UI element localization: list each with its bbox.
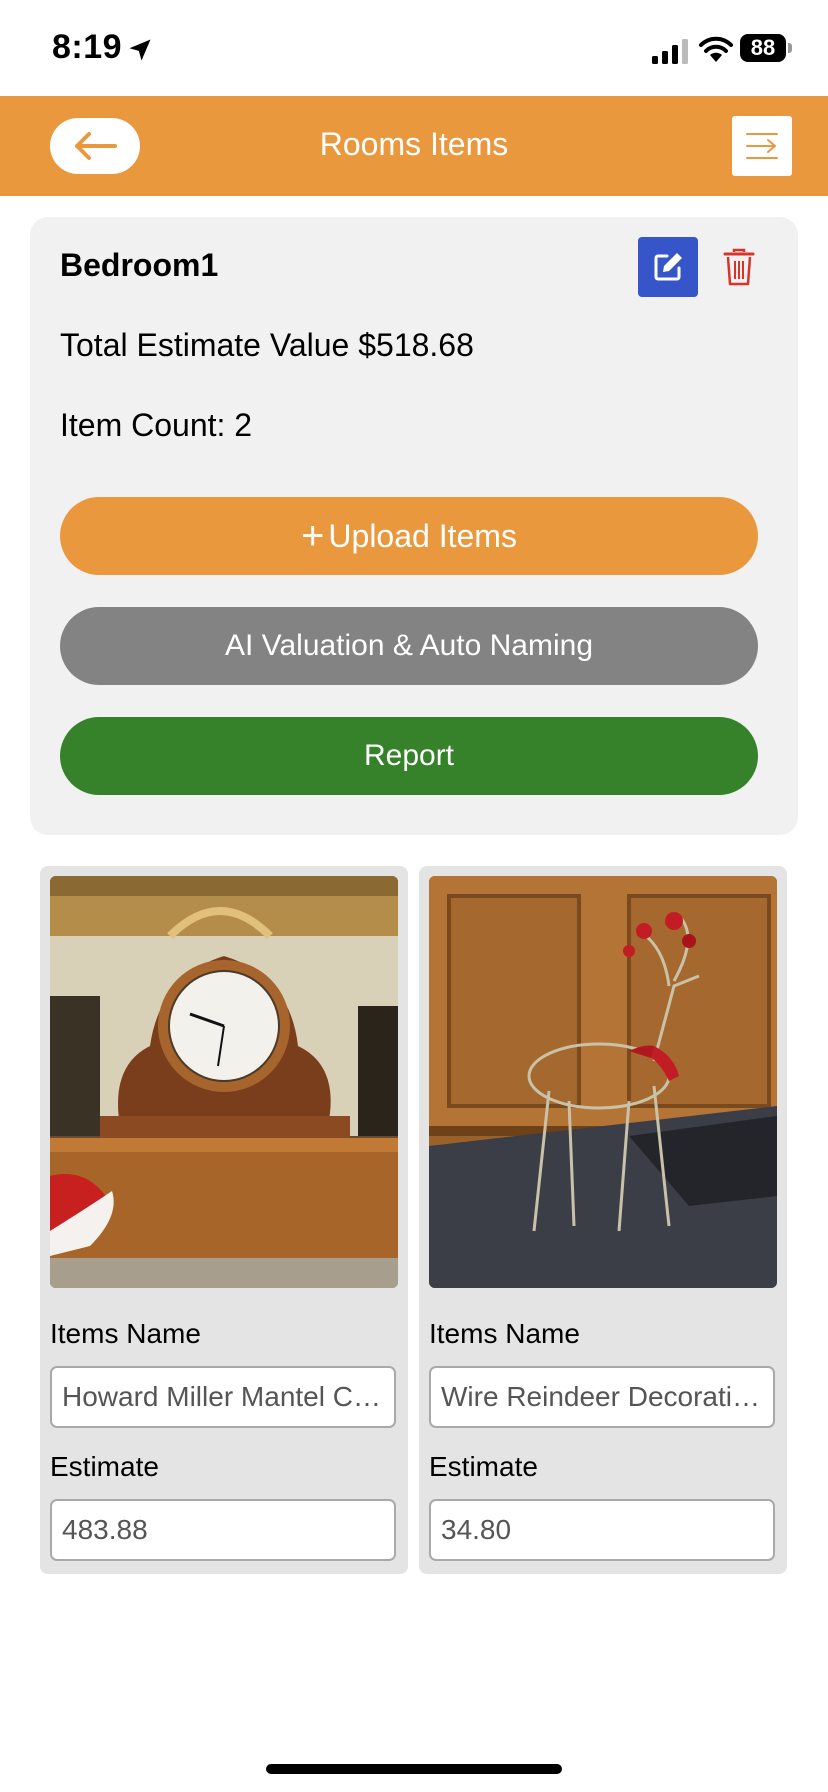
status-time: 8:19 bbox=[52, 28, 123, 66]
battery-tip bbox=[788, 43, 792, 53]
app-header: Rooms Items bbox=[0, 96, 828, 196]
battery-level: 88 bbox=[740, 34, 786, 62]
battery-indicator: 88 bbox=[740, 34, 792, 64]
upload-items-button[interactable]: + Upload Items bbox=[60, 497, 758, 575]
item-name-label: Items Name bbox=[429, 1318, 580, 1349]
menu-button[interactable] bbox=[732, 116, 792, 176]
edit-icon bbox=[654, 253, 682, 281]
estimate-input[interactable]: 34.80 bbox=[429, 1499, 775, 1561]
estimate-label: Estimate bbox=[50, 1451, 159, 1482]
room-summary-card: Bedroom1 Total Estimate Value $518.68 It… bbox=[30, 217, 798, 835]
room-name: Bedroom1 bbox=[60, 247, 219, 283]
item-name-input[interactable]: Wire Reindeer Decoration bbox=[429, 1366, 775, 1428]
item-card: Items Name Wire Reindeer Decoration Esti… bbox=[419, 866, 787, 1574]
estimate-input[interactable]: 483.88 bbox=[50, 1499, 396, 1561]
page-title: Rooms Items bbox=[319, 126, 509, 162]
home-indicator[interactable] bbox=[266, 1764, 562, 1774]
total-estimate-value: Total Estimate Value $518.68 bbox=[60, 327, 474, 363]
delete-room-button[interactable] bbox=[716, 243, 762, 291]
status-bar: 8:19 88 bbox=[0, 0, 828, 96]
signal-icon bbox=[652, 39, 688, 64]
estimate-label: Estimate bbox=[429, 1451, 538, 1482]
item-photo-reindeer[interactable] bbox=[429, 876, 777, 1288]
menu-icon bbox=[746, 133, 778, 159]
trash-icon bbox=[723, 248, 755, 286]
item-card: Items Name Howard Miller Mantel Clock Es… bbox=[40, 866, 408, 1574]
upload-items-label: Upload Items bbox=[328, 517, 517, 554]
wifi-icon bbox=[699, 36, 733, 62]
report-button[interactable]: Report bbox=[60, 717, 758, 795]
item-name-input[interactable]: Howard Miller Mantel Clock bbox=[50, 1366, 396, 1428]
item-count: Item Count: 2 bbox=[60, 407, 253, 443]
item-photo-clock[interactable] bbox=[50, 876, 398, 1288]
ai-valuation-button[interactable]: AI Valuation & Auto Naming bbox=[60, 607, 758, 685]
location-arrow-icon bbox=[129, 39, 151, 61]
plus-icon: + bbox=[301, 514, 325, 558]
edit-room-button[interactable] bbox=[638, 237, 698, 297]
report-label: Report bbox=[363, 739, 455, 772]
ai-valuation-label: AI Valuation & Auto Naming bbox=[225, 629, 593, 662]
item-name-label: Items Name bbox=[50, 1318, 201, 1349]
